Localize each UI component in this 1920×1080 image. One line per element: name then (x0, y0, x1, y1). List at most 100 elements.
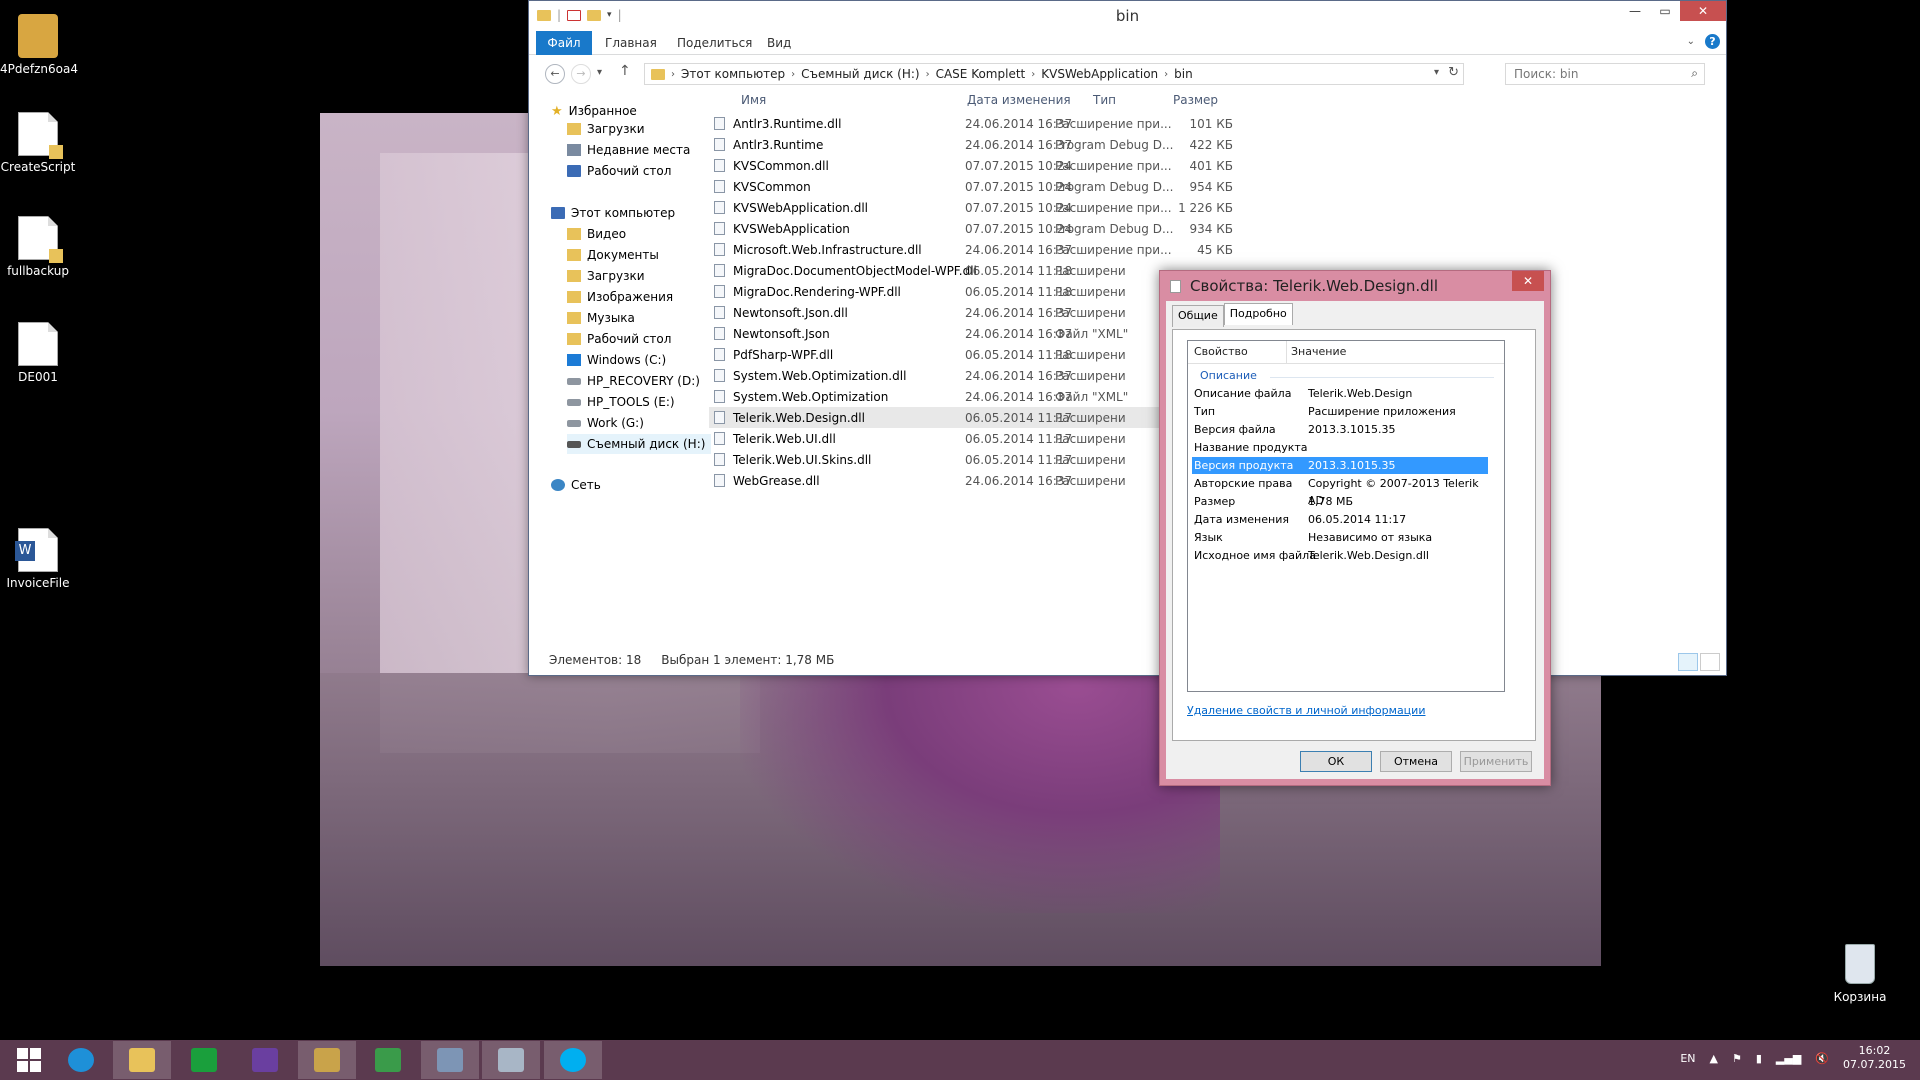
file-row[interactable]: KVSCommon 07.07.2015 10:24 Program Debug D… (709, 176, 1269, 197)
desktop-icon-fullbackup[interactable]: fullbackup (0, 216, 76, 278)
nav-this-pc[interactable]: Этот компьютер (551, 203, 675, 223)
taskbar-tools-app[interactable] (298, 1041, 356, 1079)
taskbar-internet-explorer[interactable] (52, 1041, 110, 1079)
property-row[interactable]: Авторские права Copyright © 2007-2013 Tel… (1192, 475, 1488, 507)
up-arrow-icon[interactable]: ↑ (619, 63, 631, 79)
forward-button[interactable]: → (571, 64, 591, 84)
expand-ribbon-icon[interactable]: ⌄ (1687, 36, 1695, 47)
nav-favorites[interactable]: ★ Избранное (551, 101, 637, 121)
nav-desktop[interactable]: Рабочий стол (567, 161, 671, 181)
close-button[interactable]: ✕ (1680, 1, 1726, 21)
nav-drive-h[interactable]: Съемный диск (H:) (567, 434, 712, 454)
explorer-titlebar[interactable]: | ▾ | bin — ▭ ✕ (529, 1, 1726, 31)
nav-pictures[interactable]: Изображения (567, 287, 673, 307)
nav-downloads[interactable]: Загрузки (567, 119, 645, 139)
taskbar-visual-studio[interactable] (236, 1041, 294, 1079)
search-input[interactable]: Поиск: bin ⌕ (1505, 63, 1705, 85)
nav-drive-g[interactable]: Work (G:) (567, 413, 644, 433)
column-header-type[interactable]: Тип (1093, 93, 1116, 107)
file-row[interactable]: Antlr3.Runtime 24.06.2014 16:37 Program De… (709, 134, 1269, 155)
property-row[interactable]: Язык Независимо от языка (1192, 529, 1488, 546)
nav-desktop-pc[interactable]: Рабочий стол (567, 329, 671, 349)
property-row[interactable]: Описание файла Telerik.Web.Design (1192, 385, 1488, 402)
tab-view[interactable]: Вид (767, 31, 791, 55)
breadcrumb-case-komplett[interactable]: CASE Komplett (936, 67, 1026, 81)
desktop-icon-recycle-bin[interactable]: Корзина (1822, 944, 1898, 1004)
clock[interactable]: 16:02 07.07.2015 (1843, 1044, 1906, 1072)
property-row[interactable]: Название продукта (1192, 439, 1488, 456)
desktop-icon-4pdefzn6oa4[interactable]: 4Pdefzn6oa4 (0, 14, 78, 76)
nav-drive-c[interactable]: Windows (C:) (567, 350, 666, 370)
property-row[interactable]: Тип Расширение приложения (1192, 403, 1488, 420)
flag-icon[interactable]: ⚑ (1732, 1052, 1742, 1065)
nav-music[interactable]: Музыка (567, 308, 635, 328)
property-row[interactable]: Версия продукта 2013.3.1015.35 (1192, 457, 1488, 474)
minimize-button[interactable]: — (1620, 1, 1650, 21)
breadcrumb-kvswebapplication[interactable]: KVSWebApplication (1041, 67, 1158, 81)
back-button[interactable]: ← (545, 64, 565, 84)
breadcrumb-removable-disk[interactable]: Съемный диск (H:) (801, 67, 919, 81)
column-header-property[interactable]: Свойство (1194, 341, 1248, 363)
breadcrumb-bin[interactable]: bin (1174, 67, 1193, 81)
tab-share[interactable]: Поделиться (677, 31, 752, 55)
taskbar-remote-app[interactable] (482, 1041, 540, 1079)
show-hidden-icons[interactable]: ▲ (1710, 1052, 1718, 1065)
taskbar-store[interactable] (175, 1041, 233, 1079)
nav-drive-d[interactable]: HP_RECOVERY (D:) (567, 371, 700, 391)
taskbar-calculator-app[interactable] (359, 1041, 417, 1079)
file-row[interactable]: KVSWebApplication 07.07.2015 10:24 Program… (709, 218, 1269, 239)
network-signal-icon[interactable]: ▂▄▆ (1776, 1052, 1801, 1065)
nav-downloads-pc[interactable]: Загрузки (567, 266, 645, 286)
start-button[interactable] (0, 1041, 58, 1079)
refresh-icon[interactable]: ↻ (1448, 65, 1459, 80)
language-indicator[interactable]: EN (1680, 1052, 1695, 1065)
address-bar[interactable]: › Этот компьютер › Съемный диск (H:) › C… (644, 63, 1464, 85)
file-type: Расширени (1055, 305, 1126, 320)
battery-icon[interactable]: ▮ (1756, 1052, 1762, 1065)
remove-properties-link[interactable]: Удаление свойств и личной информации (1187, 704, 1425, 717)
tab-file[interactable]: Файл (536, 31, 592, 55)
nav-video[interactable]: Видео (567, 224, 626, 244)
recent-locations-icon[interactable]: ▾ (597, 67, 602, 78)
nav-documents[interactable]: Документы (567, 245, 659, 265)
desktop-icon-invoicefile[interactable]: W InvoiceFile (0, 528, 76, 590)
column-header-name[interactable]: Имя (741, 93, 766, 107)
nav-recent[interactable]: Недавние места (567, 140, 690, 160)
column-header-size[interactable]: Размер (1173, 93, 1218, 107)
file-row[interactable]: Microsoft.Web.Infrastructure.dll 24.06.20… (709, 239, 1269, 260)
taskbar-sql-app[interactable] (421, 1041, 479, 1079)
file-row[interactable]: KVSWebApplication.dll 07.07.2015 10:24 Рас… (709, 197, 1269, 218)
column-header-value[interactable]: Значение (1286, 341, 1346, 363)
file-row[interactable]: Antlr3.Runtime.dll 24.06.2014 16:37 Расшир… (709, 113, 1269, 134)
tab-home[interactable]: Главная (605, 31, 657, 55)
property-row[interactable]: Версия файла 2013.3.1015.35 (1192, 421, 1488, 438)
address-dropdown-icon[interactable]: ▾ (1434, 67, 1439, 78)
desktop-icon-de001[interactable]: DE001 (0, 322, 76, 384)
properties-table[interactable]: Свойство Значение Описание Описание файл… (1187, 340, 1505, 692)
desktop-folder-icon (567, 333, 581, 345)
property-row[interactable]: Дата изменения 06.05.2014 11:17 (1192, 511, 1488, 528)
tab-general[interactable]: Общие (1172, 305, 1224, 327)
nav-network[interactable]: Сеть (551, 475, 601, 495)
cancel-button[interactable]: Отмена (1380, 751, 1452, 772)
desktop-icon-createscript[interactable]: CreateScript (0, 112, 76, 174)
nav-drive-e[interactable]: HP_TOOLS (E:) (567, 392, 675, 412)
maximize-button[interactable]: ▭ (1650, 1, 1680, 21)
apply-button[interactable]: Применить (1460, 751, 1532, 772)
volume-muted-icon[interactable]: 🔇 (1815, 1052, 1829, 1065)
property-row[interactable]: Исходное имя файла Telerik.Web.Design.dll (1192, 547, 1488, 564)
file-row[interactable]: KVSCommon.dll 07.07.2015 10:24 Расширение … (709, 155, 1269, 176)
details-view-button[interactable] (1678, 653, 1698, 671)
column-header-date[interactable]: Дата изменения (967, 93, 1071, 107)
breadcrumb-this-pc[interactable]: Этот компьютер (681, 67, 785, 81)
property-row[interactable]: Размер 1,78 МБ (1192, 493, 1488, 510)
help-icon[interactable]: ? (1705, 34, 1720, 49)
taskbar-file-explorer[interactable] (113, 1041, 171, 1079)
property-value: 2013.3.1015.35 (1308, 459, 1396, 472)
large-icons-view-button[interactable] (1700, 653, 1720, 671)
image-icon (18, 14, 58, 58)
tab-details[interactable]: Подробно (1223, 303, 1293, 325)
dialog-close-button[interactable]: ✕ (1512, 271, 1544, 291)
taskbar-skype[interactable] (544, 1041, 602, 1079)
ok-button[interactable]: ОК (1300, 751, 1372, 772)
